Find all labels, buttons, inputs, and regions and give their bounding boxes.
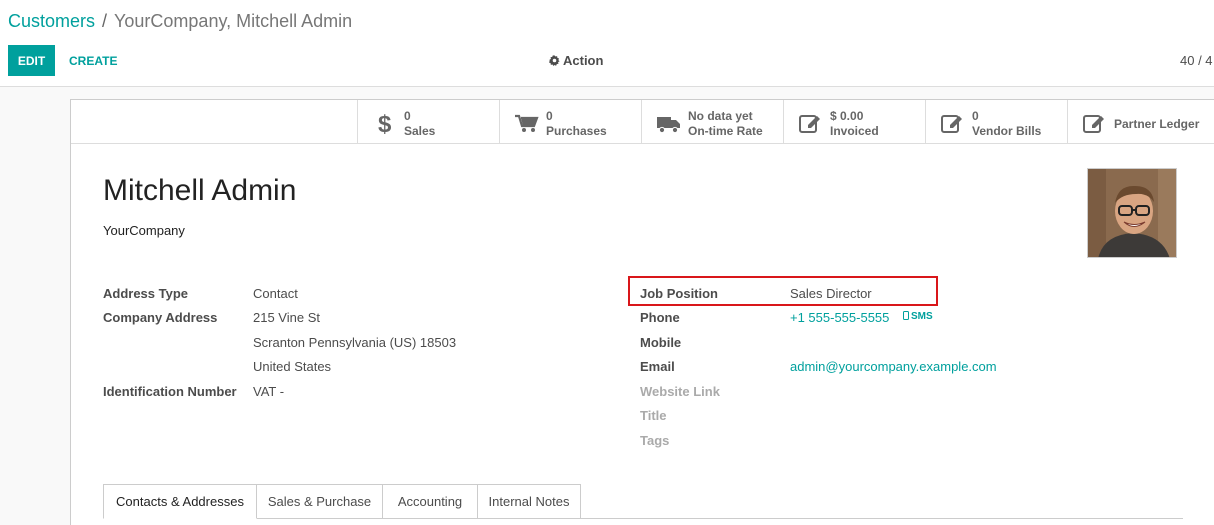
address-street: 215 Vine St [253, 310, 320, 325]
invoiced-value: $ 0.00 [830, 109, 864, 123]
partner-ledger-label: Partner Ledger [1114, 117, 1200, 131]
purchases-stat-button[interactable]: 0 Purchases [499, 100, 641, 143]
vendor-bills-value: 0 [972, 109, 979, 123]
control-panel: Customers / YourCompany, Mitchell Admin ED… [0, 0, 1214, 87]
smart-button-box: $ 0 Sales 0 Purchases No data yet On-time R… [71, 100, 1214, 144]
cart-icon [515, 114, 539, 132]
edit-icon [941, 115, 962, 133]
breadcrumb: Customers / YourCompany, Mitchell Admin [8, 11, 352, 32]
phone-link[interactable]: +1 555-555-5555 [790, 310, 889, 325]
address-type-value: Contact [253, 286, 298, 301]
truck-icon [657, 117, 680, 134]
partner-name: Mitchell Admin [103, 174, 297, 207]
tab-accounting[interactable]: Accounting [382, 484, 478, 519]
address-city-state-zip: Scranton Pennsylvania (US) 18503 [253, 335, 457, 350]
vendor-bills-stat-button[interactable]: 0 Vendor Bills [925, 100, 1067, 143]
identification-number-label: Identification Number [103, 384, 237, 399]
purchases-value: 0 [546, 109, 553, 123]
ontime-label: On-time Rate [688, 124, 763, 138]
vendor-bills-label: Vendor Bills [972, 124, 1042, 138]
sales-value: 0 [404, 109, 411, 123]
profile-photo [1088, 169, 1176, 257]
email-label: Email [640, 359, 675, 374]
phone-label: Phone [640, 310, 680, 325]
breadcrumb-separator: / [102, 11, 108, 31]
sales-stat-button[interactable]: $ 0 Sales [357, 100, 499, 143]
avatar[interactable] [1087, 168, 1177, 258]
breadcrumb-current: YourCompany, Mitchell Admin [114, 11, 353, 31]
invoiced-label: Invoiced [830, 124, 879, 138]
address-country: United States [253, 359, 332, 374]
dollar-icon: $ [378, 111, 392, 135]
tab-internal-notes[interactable]: Internal Notes [477, 484, 581, 519]
gear-icon [549, 55, 560, 66]
address-type-label: Address Type [103, 286, 189, 301]
edit-icon [1083, 115, 1104, 133]
pager[interactable]: 40 / 4 [1180, 53, 1213, 68]
sales-label: Sales [404, 124, 436, 138]
purchases-label: Purchases [546, 124, 607, 138]
mobile-label: Mobile [640, 335, 682, 350]
email-link[interactable]: admin@yourcompany.example.com [790, 359, 997, 374]
tags-label: Tags [640, 433, 670, 448]
sms-label: SMS [911, 311, 933, 322]
edit-icon [799, 115, 820, 133]
breadcrumb-customers-link[interactable]: Customers [8, 11, 95, 31]
invoiced-stat-button[interactable]: $ 0.00 Invoiced [783, 100, 925, 143]
ontime-value: No data yet [688, 109, 753, 123]
ontime-rate-stat-button[interactable]: No data yet On-time Rate [641, 100, 783, 143]
job-position-label: Job Position [640, 286, 718, 301]
company-address-label: Company Address [103, 310, 218, 325]
action-label: Action [563, 53, 604, 68]
sms-button[interactable]: SMS [903, 311, 933, 322]
edit-button[interactable]: EDIT [8, 45, 55, 76]
tab-sales-purchase[interactable]: Sales & Purchase [256, 484, 383, 519]
svg-text:$: $ [378, 111, 392, 135]
title-label: Title [640, 408, 667, 423]
action-menu[interactable]: Action [549, 53, 603, 68]
partner-company: YourCompany [103, 223, 185, 238]
create-button[interactable]: CREATE [62, 45, 124, 76]
identification-number-value: VAT - [253, 384, 285, 399]
website-label: Website Link [640, 384, 720, 399]
job-position-value: Sales Director [790, 286, 872, 301]
mobile-icon [903, 311, 909, 320]
form-sheet: $ 0 Sales 0 Purchases No data yet On-time R… [70, 99, 1214, 525]
partner-ledger-stat-button[interactable]: Partner Ledger [1067, 100, 1214, 143]
tab-contacts-addresses[interactable]: Contacts & Addresses [103, 484, 257, 519]
